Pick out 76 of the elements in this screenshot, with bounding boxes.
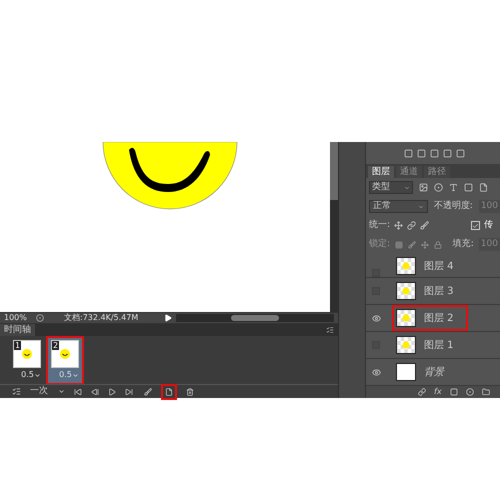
zoom-level: 100% <box>4 312 28 324</box>
panel-menu-icon[interactable] <box>326 326 334 334</box>
caret-icon <box>72 372 79 378</box>
timeline-tab[interactable]: 时间轴 <box>0 324 35 336</box>
propagate-checkbox[interactable] <box>471 221 480 230</box>
text-filter-icon[interactable] <box>449 183 458 192</box>
loop-dropdown[interactable]: 一次 <box>30 384 65 398</box>
layer-thumbnail <box>396 309 416 327</box>
frame-delay[interactable]: 0.5 <box>21 369 41 381</box>
frame-delay[interactable]: 0.5 <box>59 369 79 381</box>
status-icon <box>36 314 44 322</box>
animation-frame[interactable]: 2 0.5 <box>48 338 82 383</box>
trash-icon <box>186 388 194 396</box>
opacity-field[interactable]: 100 <box>478 200 500 214</box>
lock-pixels-icon[interactable] <box>395 240 403 248</box>
visibility-eye-icon[interactable] <box>372 368 380 376</box>
group-icon[interactable] <box>482 388 490 396</box>
layer-row[interactable]: 图层 4 <box>366 254 500 278</box>
horizontal-scrollbar[interactable] <box>176 314 334 322</box>
play-icon[interactable] <box>108 388 116 396</box>
lock-brush-icon[interactable] <box>408 240 416 248</box>
propagate-label: 传 <box>484 218 494 232</box>
lock-position-icon[interactable] <box>420 240 429 248</box>
delete-button[interactable] <box>184 386 196 398</box>
image-filter-icon[interactable] <box>419 183 428 192</box>
panel-tab[interactable]: 图层 <box>368 166 394 178</box>
options-icon[interactable] <box>12 387 21 396</box>
lock-all-icon[interactable] <box>434 240 442 248</box>
caret-icon <box>58 388 65 395</box>
layer-thumbnail <box>396 282 416 300</box>
unify-label: 统一: <box>369 218 390 232</box>
previous-frame-icon[interactable] <box>91 388 99 396</box>
tween-button[interactable] <box>142 386 154 398</box>
first-frame-icon[interactable] <box>74 388 82 396</box>
panel-tab[interactable]: 通道 <box>396 166 422 178</box>
brush-icon <box>144 388 152 396</box>
layer-name: 图层 2 <box>424 312 454 326</box>
layer-name: 图层 4 <box>424 260 454 274</box>
opacity-label: 不透明度: <box>434 200 473 213</box>
adjustment-layer-icon[interactable] <box>466 388 474 396</box>
document-info: 文档:732.4K/5.47M <box>64 312 140 324</box>
smart-object-filter-icon[interactable] <box>479 183 488 192</box>
filter-dropdown[interactable]: 类型 <box>369 181 413 194</box>
layer-thumbnail <box>396 336 416 354</box>
visibility-toggle[interactable] <box>372 269 380 277</box>
caret-icon <box>418 204 424 210</box>
layer-row[interactable]: 图层 1 <box>366 332 500 359</box>
page-icon <box>165 388 173 396</box>
link-layers-icon[interactable] <box>418 388 426 396</box>
layer-row[interactable]: 图层 3 <box>366 278 500 305</box>
layer-name: 图层 3 <box>424 284 454 298</box>
layer-name: 背景 <box>424 366 444 380</box>
new-frame-button[interactable] <box>163 386 175 398</box>
adjustment-filter-icon[interactable] <box>434 183 443 192</box>
layer-name: 图层 1 <box>424 338 454 352</box>
layer-thumbnail <box>396 257 416 275</box>
shape-filter-icon[interactable] <box>464 183 473 192</box>
frame-number: 2 <box>52 341 60 350</box>
frame-number: 1 <box>14 341 22 350</box>
blend-mode-dropdown[interactable]: 正常 <box>369 200 428 213</box>
next-frame-icon[interactable] <box>125 388 133 396</box>
layer-thumbnail <box>396 363 416 381</box>
visibility-eye-icon[interactable] <box>372 314 380 322</box>
caret-icon <box>34 372 41 378</box>
unify-position-icon[interactable] <box>394 221 404 230</box>
fill-field[interactable]: 100 <box>478 238 500 252</box>
caret-icon <box>404 184 410 190</box>
layer-style-button[interactable]: fx <box>434 386 442 398</box>
lock-label: 锁定: <box>369 238 390 251</box>
layer-row[interactable]: 图层 2 <box>366 305 500 332</box>
fill-label: 填充: <box>452 238 474 251</box>
vertical-scrollbar[interactable] <box>330 142 338 312</box>
unify-style-icon[interactable] <box>420 221 430 230</box>
unify-visibility-icon[interactable] <box>407 221 416 230</box>
layer-mask-icon[interactable] <box>450 388 458 396</box>
panel-tab[interactable]: 路径 <box>424 166 450 178</box>
